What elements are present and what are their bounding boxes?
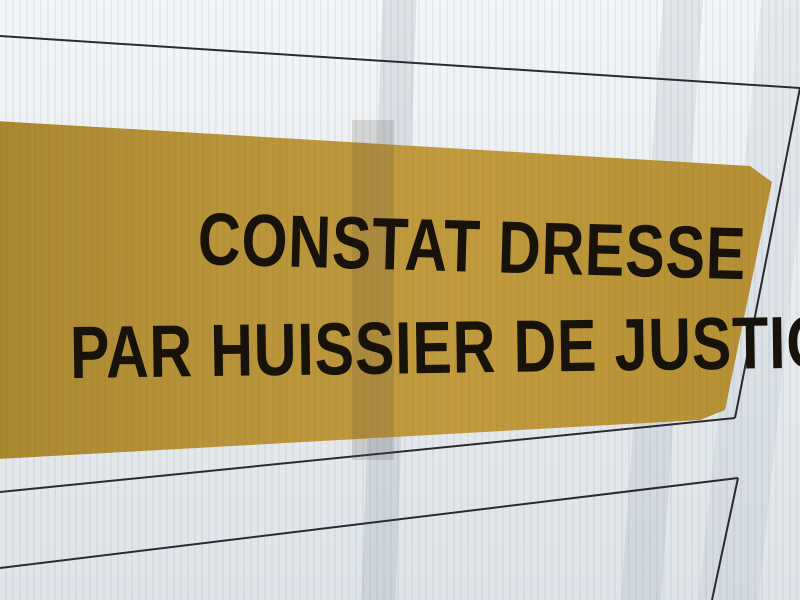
photo-scene: CONSTAT DRESSE PAR HUISSIER DE JUSTICE [0,0,800,600]
frame-line-top [0,35,800,89]
frame-line-lower-top [0,477,739,569]
plate-shadow [352,120,394,460]
frame-line-lower-right [711,477,739,600]
